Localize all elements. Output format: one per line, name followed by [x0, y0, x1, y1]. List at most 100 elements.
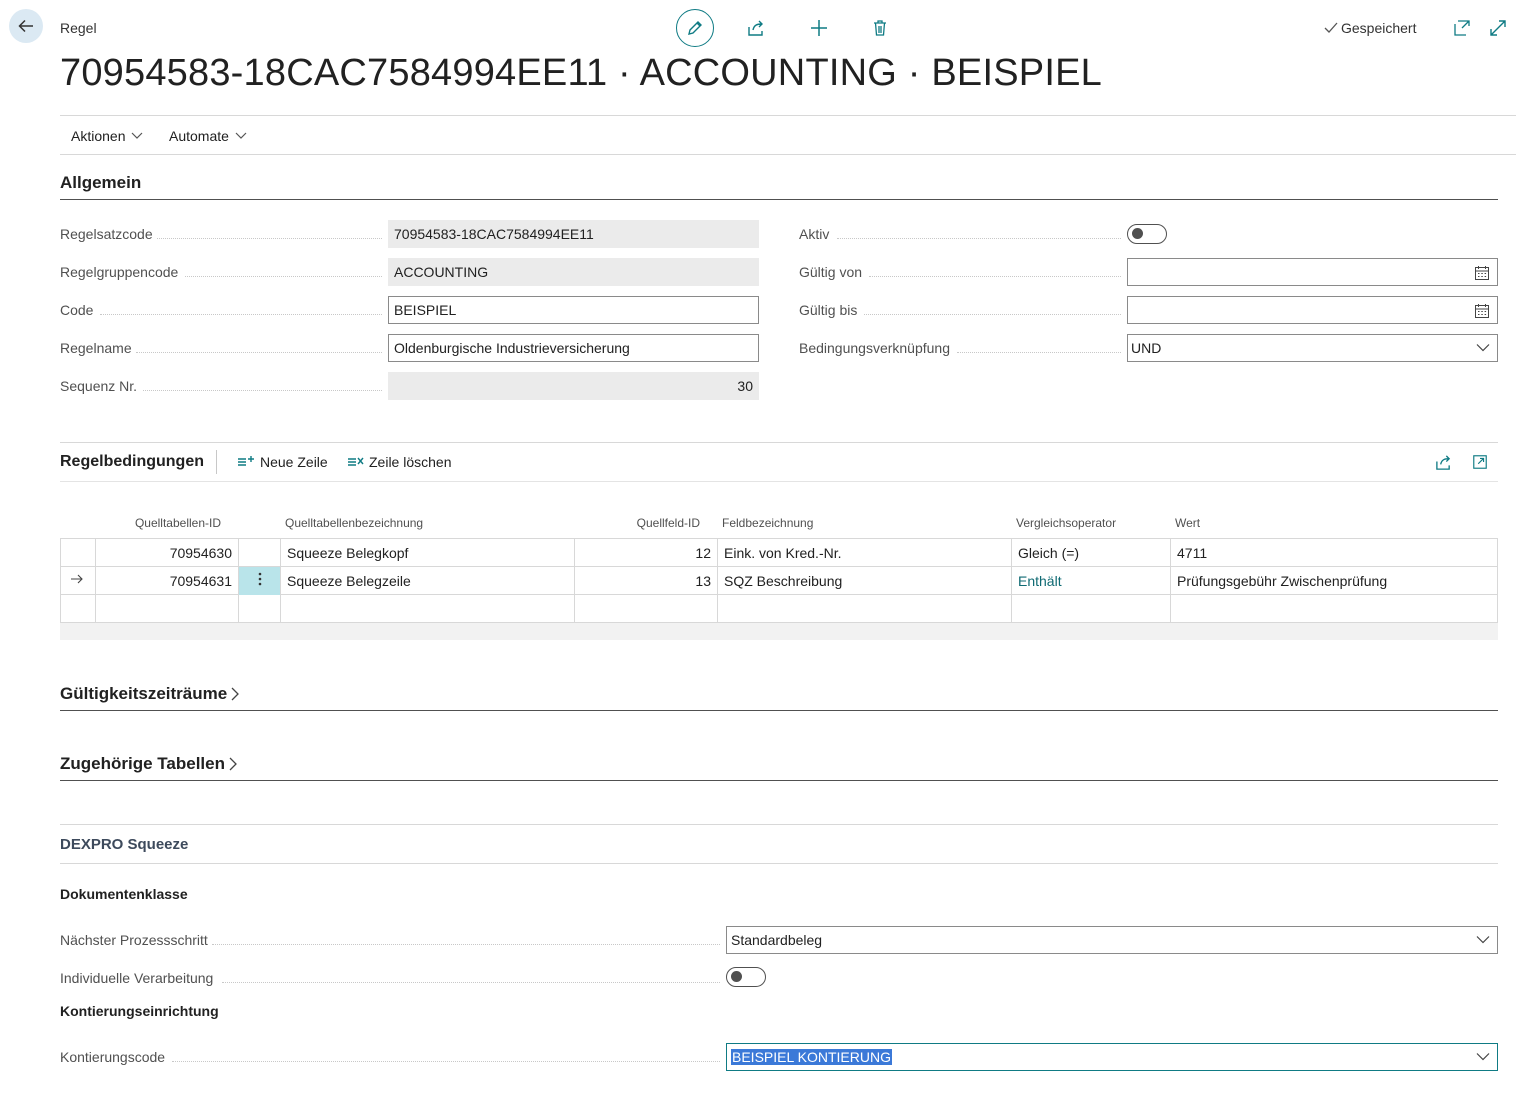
section-zugehoerige-tabellen-title: Zugehörige Tabellen [60, 754, 225, 773]
col-wert[interactable]: Wert [1175, 516, 1200, 530]
open-new-window-icon [1454, 20, 1470, 36]
chevron-right-icon [231, 687, 240, 701]
row-actions-button[interactable] [239, 567, 281, 595]
toggle-knob [731, 971, 742, 982]
toggle-knob [1132, 228, 1143, 239]
label-regelsatzcode: Regelsatzcode [60, 226, 153, 242]
checkmark-icon [1324, 22, 1338, 33]
expand-button[interactable] [1484, 14, 1512, 42]
section-gueltigkeitszeitraeume-title: Gültigkeitszeiträume [60, 684, 228, 703]
share-button[interactable] [742, 14, 770, 42]
cell-operator[interactable]: Enthält [1012, 567, 1171, 595]
menu-aktionen-label: Aktionen [71, 128, 126, 144]
chevron-down-icon [1476, 344, 1490, 352]
cell-table-id[interactable]: 70954631 [96, 567, 239, 595]
table-row[interactable]: 70954631 Squeeze Belegzeile 13 SQZ Besch… [61, 567, 1497, 595]
trash-icon [874, 20, 886, 36]
heading-dokumentenklasse: Dokumentenklasse [60, 886, 188, 902]
cell-field-id[interactable]: 12 [575, 539, 718, 567]
new-line-button[interactable]: Neue Zeile [237, 454, 328, 470]
cell-operator[interactable]: Gleich (=) [1012, 539, 1171, 567]
cell-value[interactable]: 4711 [1171, 539, 1497, 567]
open-new-window-icon [1473, 455, 1487, 469]
field-gueltig-bis[interactable] [1127, 296, 1498, 324]
delete-line-icon [348, 457, 364, 466]
field-regelsatzcode: 70954583-18CAC7584994EE11 [388, 220, 759, 248]
field-regelname[interactable]: Oldenburgische Industrieversicherung [388, 334, 759, 362]
select-bedingungsverknuepfung-value: UND [1131, 340, 1162, 356]
label-bedingungsverknuepfung: Bedingungsverknüpfung [799, 340, 951, 356]
label-aktiv: Aktiv [799, 226, 830, 242]
grid-header: Quelltabellen-ID Quelltabellenbezeichnun… [60, 516, 1498, 532]
field-regelgruppencode: ACCOUNTING [388, 258, 759, 286]
delete-button[interactable] [866, 14, 894, 42]
new-line-icon [238, 456, 254, 466]
grid-share-button[interactable] [1429, 448, 1457, 476]
saved-label: Gespeichert [1341, 20, 1417, 36]
back-button[interactable] [9, 9, 43, 43]
arrow-right-icon [71, 574, 83, 584]
cell-table-name[interactable]: Squeeze Belegkopf [281, 539, 575, 567]
chevron-down-icon [235, 132, 247, 139]
label-regelname: Regelname [60, 340, 132, 356]
toggle-individuelle-verarbeitung[interactable] [726, 967, 766, 987]
field-code[interactable]: BEISPIEL [388, 296, 759, 324]
arrow-left-icon [18, 19, 33, 33]
section-allgemein-title[interactable]: Allgemein [60, 173, 141, 193]
label-gueltig-bis: Gültig bis [799, 302, 858, 318]
menu-aktionen[interactable]: Aktionen [71, 128, 143, 144]
label-gueltig-von: Gültig von [799, 264, 863, 280]
menu-automate[interactable]: Automate [169, 128, 247, 144]
cell-field-name[interactable]: SQZ Beschreibung [718, 567, 1012, 595]
col-quelltabellenbezeichnung[interactable]: Quelltabellenbezeichnung [285, 516, 423, 530]
col-quellfeld-id[interactable]: Quellfeld-ID [637, 516, 700, 530]
delete-line-button[interactable]: Zeile löschen [347, 454, 452, 470]
menu-automate-label: Automate [169, 128, 229, 144]
grid-scrollbar[interactable] [60, 623, 1498, 640]
field-gueltig-von[interactable] [1127, 258, 1498, 286]
chevron-right-icon [229, 757, 237, 771]
col-feldbezeichnung[interactable]: Feldbezeichnung [722, 516, 813, 530]
plus-icon [811, 20, 827, 36]
section-gueltigkeitszeitraeume[interactable]: Gültigkeitszeiträume [60, 684, 240, 704]
label-naechster-prozessschritt: Nächster Prozessschritt [60, 932, 208, 948]
select-naechster-prozessschritt[interactable]: Standardbeleg [726, 926, 1498, 954]
table-row[interactable]: 70954630 Squeeze Belegkopf 12 Eink. von … [61, 539, 1497, 567]
breadcrumb: Regel [60, 20, 97, 36]
page-title: 70954583-18CAC7584994EE11 · ACCOUNTING ·… [60, 52, 1102, 94]
cell-table-id[interactable]: 70954630 [96, 539, 239, 567]
field-sequenz-nr: 30 [388, 372, 759, 400]
cell-field-name[interactable]: Eink. von Kred.-Nr. [718, 539, 1012, 567]
section-regelbedingungen-title[interactable]: Regelbedingungen [60, 453, 204, 471]
open-new-window-button[interactable] [1448, 14, 1476, 42]
heading-kontierungseinrichtung: Kontierungseinrichtung [60, 1003, 219, 1019]
label-sequenz-nr: Sequenz Nr. [60, 378, 138, 394]
select-bedingungsverknuepfung[interactable]: UND [1127, 334, 1498, 362]
cell-field-id[interactable]: 13 [575, 567, 718, 595]
section-zugehoerige-tabellen[interactable]: Zugehörige Tabellen [60, 754, 238, 774]
toggle-aktiv[interactable] [1127, 224, 1167, 244]
grid-focus-button[interactable] [1466, 448, 1494, 476]
label-kontierungscode: Kontierungscode [60, 1049, 166, 1065]
col-vergleichsoperator[interactable]: Vergleichsoperator [1016, 516, 1116, 530]
calendar-icon[interactable] [1474, 303, 1490, 319]
cell-value[interactable]: Prüfungsgebühr Zwischenprüfung [1171, 567, 1497, 595]
label-regelgruppencode: Regelgruppencode [60, 264, 179, 280]
calendar-icon[interactable] [1474, 265, 1490, 281]
col-quelltabellen-id[interactable]: Quelltabellen-ID [135, 516, 221, 530]
section-dexpro-title[interactable]: DEXPRO Squeeze [60, 836, 188, 853]
delete-line-label: Zeile löschen [369, 454, 452, 470]
row-indicator [61, 567, 96, 595]
more-vertical-icon [258, 572, 261, 586]
cell-table-name[interactable]: Squeeze Belegzeile [281, 567, 575, 595]
edit-button[interactable] [676, 9, 714, 47]
pencil-icon [688, 21, 702, 35]
select-kontierungscode-value: BEISPIEL KONTIERUNG [731, 1049, 892, 1065]
new-button[interactable] [805, 14, 833, 42]
new-line-label: Neue Zeile [260, 454, 328, 470]
select-naechster-prozessschritt-value: Standardbeleg [731, 932, 823, 948]
label-individuelle-verarbeitung: Individuelle Verarbeitung [60, 970, 214, 986]
select-kontierungscode[interactable]: BEISPIEL KONTIERUNG [726, 1043, 1498, 1071]
chevron-down-icon [1476, 1053, 1490, 1061]
table-row-empty[interactable] [61, 595, 1497, 623]
